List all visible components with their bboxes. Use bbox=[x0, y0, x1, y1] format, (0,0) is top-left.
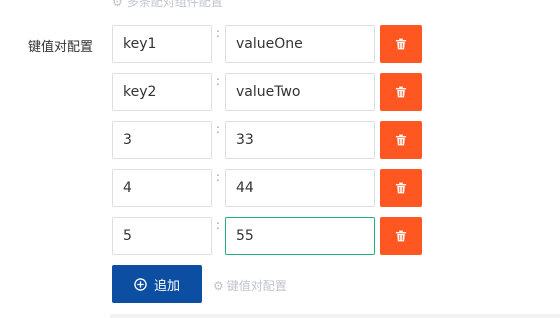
key-input[interactable]: key1 bbox=[112, 25, 212, 63]
delete-row-button[interactable] bbox=[380, 217, 422, 255]
delete-row-button[interactable] bbox=[380, 73, 422, 111]
key-input[interactable]: 5 bbox=[112, 217, 212, 255]
key-input[interactable]: key2 bbox=[112, 73, 212, 111]
kv-separator: : bbox=[216, 74, 221, 88]
delete-row-button[interactable] bbox=[380, 25, 422, 63]
value-input[interactable]: valueOne bbox=[225, 25, 375, 63]
trash-icon bbox=[396, 134, 406, 146]
trash-icon bbox=[396, 230, 406, 242]
kv-row: key1 : valueOne bbox=[112, 25, 432, 63]
value-input[interactable]: valueTwo bbox=[225, 73, 375, 111]
kv-separator: : bbox=[216, 170, 221, 184]
plus-circle-icon bbox=[134, 277, 147, 291]
gear-icon: ⚙ bbox=[213, 278, 224, 293]
value-input[interactable]: 33 bbox=[225, 121, 375, 159]
gear-icon: ⚙ bbox=[112, 0, 123, 9]
trash-icon bbox=[396, 86, 406, 98]
kv-row: 4 : 44 bbox=[112, 169, 432, 207]
bottom-hint-text: 键值对配置 bbox=[226, 279, 287, 293]
key-input[interactable]: 3 bbox=[112, 121, 212, 159]
key-input[interactable]: 4 bbox=[112, 169, 212, 207]
add-button-label: 追加 bbox=[153, 278, 180, 294]
kv-row: 3 : 33 bbox=[112, 121, 432, 159]
add-row-button[interactable]: 追加 bbox=[112, 265, 202, 303]
field-label: 键值对配置 bbox=[28, 40, 94, 55]
trash-icon bbox=[396, 38, 406, 50]
kv-row: key2 : valueTwo bbox=[112, 73, 432, 111]
kv-separator: : bbox=[216, 218, 221, 232]
kv-row: 5 : 55 bbox=[112, 217, 432, 255]
trash-icon bbox=[396, 182, 406, 194]
value-input-focused[interactable]: 55 bbox=[225, 217, 375, 255]
top-hint-text: 多条配对组件配置 bbox=[126, 0, 223, 9]
value-input[interactable]: 44 bbox=[225, 169, 375, 207]
delete-row-button[interactable] bbox=[380, 169, 422, 207]
kv-separator: : bbox=[216, 26, 221, 40]
kv-separator: : bbox=[216, 122, 221, 136]
bottom-hint: ⚙ 键值对配置 bbox=[213, 277, 287, 294]
delete-row-button[interactable] bbox=[380, 121, 422, 159]
top-hint: ⚙ 多条配对组件配置 bbox=[112, 0, 223, 10]
divider bbox=[110, 314, 560, 318]
